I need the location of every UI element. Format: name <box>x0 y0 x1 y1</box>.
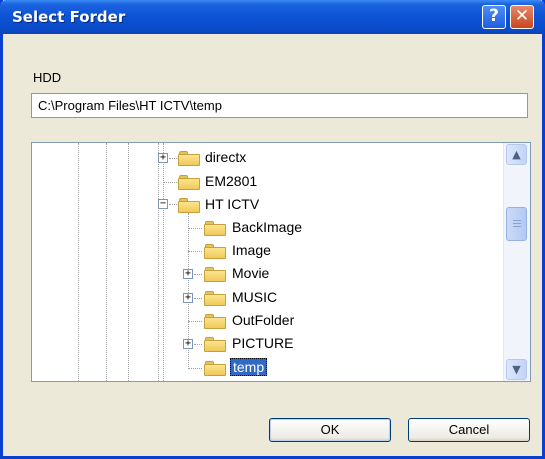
tree-item-temp-selected[interactable]: temp <box>230 358 268 376</box>
chevron-down-icon: ▼ <box>512 363 521 376</box>
expand-toggle[interactable]: + <box>183 293 193 303</box>
folder-path-field[interactable]: C:\Program Files\HT ICTV\temp <box>31 93 528 118</box>
tree-guide-line <box>78 143 79 381</box>
chevron-up-icon: ▲ <box>512 148 521 161</box>
drive-label: HDD <box>33 70 62 85</box>
tree-item-em2801[interactable]: EM2801 <box>205 173 257 189</box>
expand-toggle[interactable]: + <box>158 153 168 163</box>
scroll-up-button[interactable]: ▲ <box>506 144 527 165</box>
title-bar[interactable]: Select Forder ? ✕ <box>0 0 545 34</box>
folder-icon <box>204 220 226 236</box>
help-button[interactable]: ? <box>482 5 506 29</box>
open-folder-icon <box>178 197 200 213</box>
folder-icon <box>178 174 200 190</box>
tree-item-backimage[interactable]: BackImage <box>232 219 302 235</box>
expand-toggle[interactable]: + <box>183 269 193 279</box>
tree-guide-line <box>163 143 164 381</box>
close-button[interactable]: ✕ <box>510 5 534 29</box>
tree-item-picture[interactable]: PICTURE <box>232 335 293 351</box>
close-icon: ✕ <box>514 6 530 26</box>
tree-guide-line <box>188 251 202 252</box>
tree-item-movie[interactable]: Movie <box>232 265 269 281</box>
tree-guide-line <box>169 158 177 159</box>
folder-icon <box>204 290 226 306</box>
tree-guide-line <box>188 228 202 229</box>
ok-button[interactable]: OK <box>269 418 391 442</box>
tree-guide-line <box>194 274 202 275</box>
tree-guide-line <box>158 143 159 381</box>
scroll-thumb[interactable] <box>506 207 527 241</box>
tree-item-image[interactable]: Image <box>232 242 271 258</box>
expand-toggle[interactable]: + <box>183 339 193 349</box>
tree-guide-line <box>188 321 202 322</box>
question-mark-icon: ? <box>489 6 499 26</box>
tree-item-outfolder[interactable]: OutFolder <box>232 312 294 328</box>
folder-tree[interactable]: + directx EM2801 − HT ICTV BackImage Ima… <box>31 142 531 382</box>
tree-guide-line <box>169 204 177 205</box>
select-folder-dialog: Select Forder ? ✕ HDD C:\Program Files\H… <box>0 0 545 459</box>
dialog-title: Select Forder <box>12 8 126 26</box>
tree-item-directx[interactable]: directx <box>205 149 246 165</box>
tree-guide-line <box>106 143 107 381</box>
tree-guide-line <box>128 143 129 381</box>
folder-icon <box>204 243 226 259</box>
tree-item-music[interactable]: MUSIC <box>232 289 277 305</box>
scroll-down-button[interactable]: ▼ <box>506 359 527 380</box>
tree-guide-line <box>188 368 202 369</box>
collapse-toggle[interactable]: − <box>158 199 168 209</box>
folder-icon <box>178 150 200 166</box>
cancel-button[interactable]: Cancel <box>408 418 530 442</box>
tree-vertical-scrollbar[interactable]: ▲ ▼ <box>503 143 530 381</box>
tree-guide-line <box>163 182 177 183</box>
folder-icon <box>204 313 226 329</box>
tree-guide-line <box>194 298 202 299</box>
folder-icon <box>204 336 226 352</box>
tree-guide-line <box>194 344 202 345</box>
open-folder-icon <box>204 360 226 376</box>
folder-icon <box>204 266 226 282</box>
tree-item-ht-ictv[interactable]: HT ICTV <box>205 196 259 212</box>
